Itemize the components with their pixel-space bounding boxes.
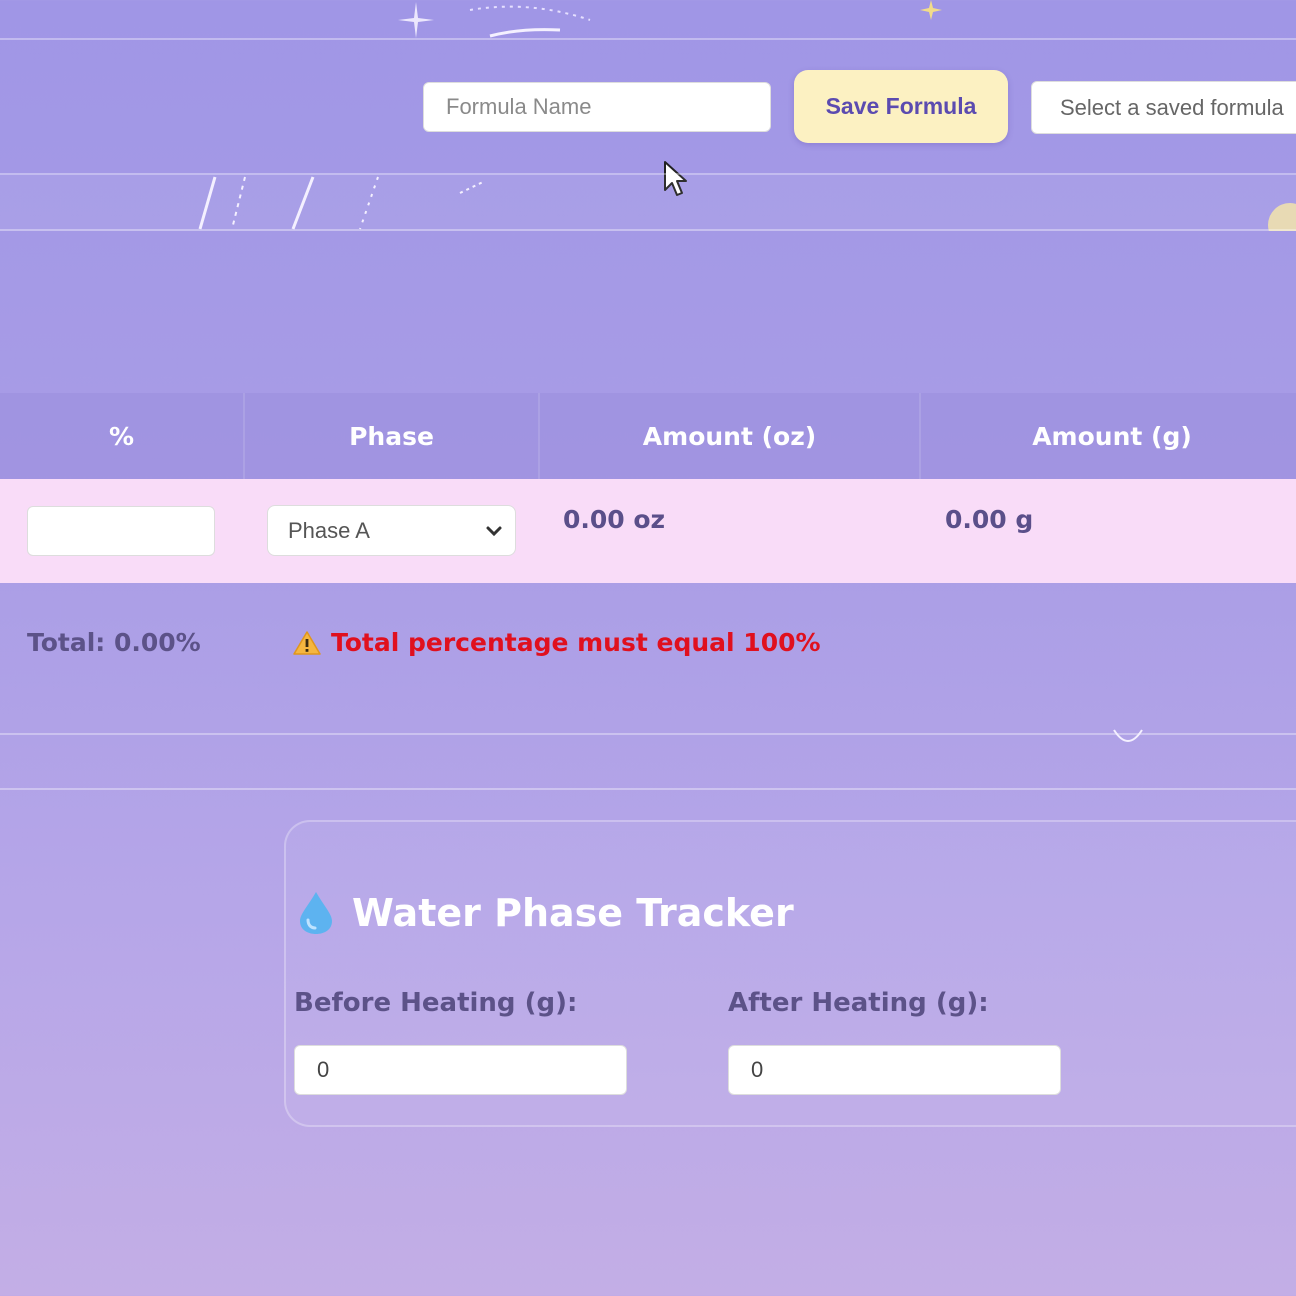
saved-formula-select[interactable]: Select a saved formula [1031,81,1296,134]
section-divider-top [0,733,1296,735]
warning-text: Total percentage must equal 100% [331,628,821,657]
phase-select-value: Phase A [288,518,370,543]
total-percentage: Total: 0.00% [27,628,201,657]
percent-input[interactable] [27,506,215,556]
after-heating-label: After Heating (g): [728,988,989,1018]
saved-formula-select-text: Select a saved formula [1060,95,1284,120]
tracker-title: Water Phase Tracker [296,890,794,936]
header-phase: Phase [245,393,540,479]
header-amount-g: Amount (g) [1032,421,1192,451]
scribble-decoration [198,176,1296,247]
decorative-band [0,175,1296,247]
table-row: Phase A 0.00 oz 0.00 g [0,479,1296,583]
percentage-warning: Total percentage must equal 100% [293,628,821,657]
amount-oz-value: 0.00 oz [563,505,666,534]
before-heating-input[interactable] [294,1045,627,1095]
top-divider [0,38,1296,40]
phase-select[interactable]: Phase A [267,505,516,556]
amount-g-value: 0.00 g [945,505,1034,534]
after-heating-input[interactable] [728,1045,1061,1095]
header-percent: % [0,393,245,479]
band-divider [0,229,1296,231]
star-icon [920,0,942,20]
sparkle-icon [398,2,434,38]
water-drop-icon [300,892,332,934]
section-divider-bottom [0,788,1296,790]
before-heating-label: Before Heating (g): [294,988,578,1018]
dotted-arc-decoration [469,5,591,38]
ingredient-table-header: % Phase Amount (oz) Amount (g) [0,393,1296,479]
formula-name-input[interactable] [423,82,771,132]
save-formula-button[interactable]: Save Formula [794,70,1008,143]
tracker-title-text: Water Phase Tracker [352,891,794,935]
warning-icon [293,630,321,655]
chevron-down-icon [486,526,502,537]
header-amount-oz: Amount (oz) [540,393,921,479]
circle-decoration [1113,729,1143,742]
